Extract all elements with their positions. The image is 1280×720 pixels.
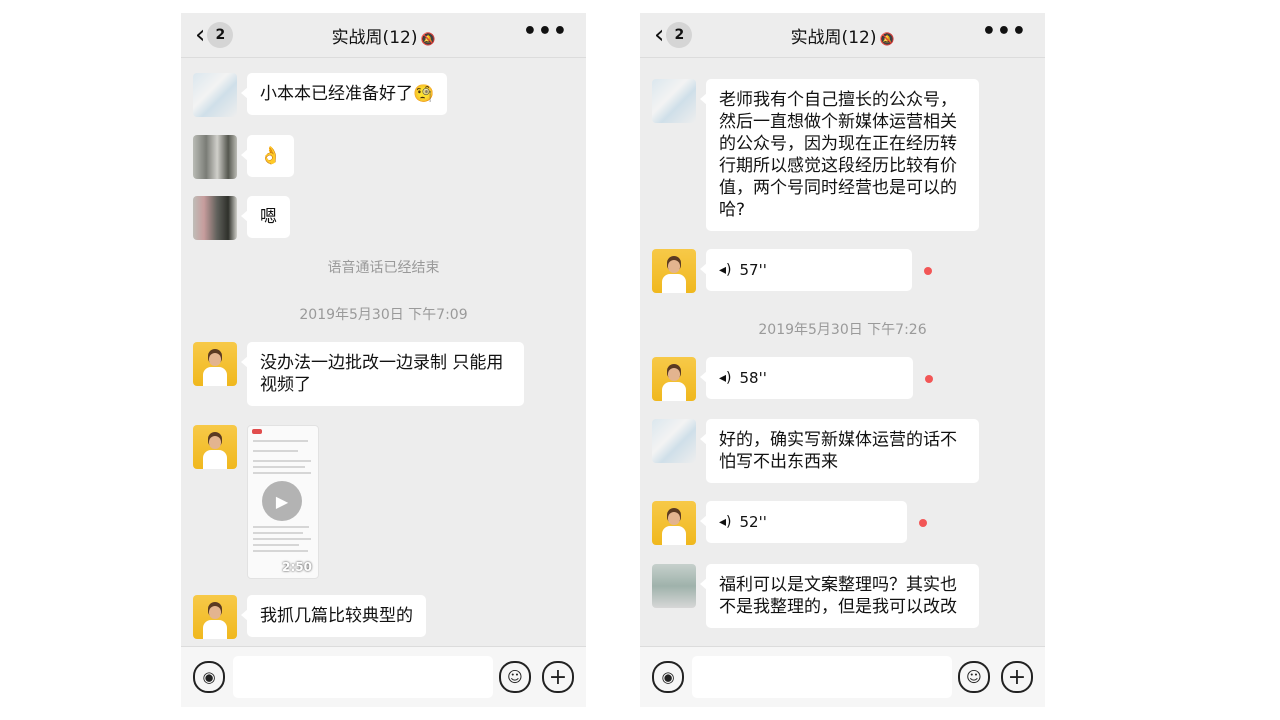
avatar[interactable] bbox=[652, 501, 696, 545]
more-dots-icon[interactable]: ••• bbox=[523, 19, 568, 44]
unread-dot bbox=[924, 267, 932, 275]
emoji-icon[interactable]: ☺ bbox=[499, 661, 531, 693]
message-list[interactable]: 小本本已经准备好了🧐 👌 嗯 语音通话已经结束 2019年5月30日 下午7:0… bbox=[181, 58, 586, 647]
message-bubble[interactable]: 嗯 bbox=[241, 196, 290, 238]
plus-icon[interactable]: + bbox=[1001, 661, 1033, 693]
message-row: 好的，确实写新媒体运营的话不怕写不出东西来 bbox=[652, 419, 979, 483]
voice-duration: 57'' bbox=[739, 261, 767, 279]
bell-off-icon: 🔕 bbox=[879, 32, 895, 46]
voice-message[interactable]: ◂) 58'' bbox=[700, 357, 913, 399]
message-row: 👌 bbox=[193, 135, 295, 179]
message-row: ◂) 58'' bbox=[652, 357, 933, 401]
message-bubble[interactable]: 福利可以是文案整理吗？其实也不是我整理的，但是我可以改改 bbox=[700, 564, 979, 628]
message-input[interactable] bbox=[692, 656, 952, 698]
message-bubble[interactable]: 我抓几篇比较典型的 bbox=[241, 595, 426, 637]
video-tag bbox=[252, 429, 262, 434]
message-bubble[interactable]: 小本本已经准备好了🧐 bbox=[240, 73, 448, 115]
video-duration: 2:50 bbox=[282, 560, 312, 574]
voice-message[interactable]: ◂) 52'' bbox=[700, 501, 907, 543]
video-message[interactable]: ▶ 2:50 bbox=[247, 425, 319, 579]
emoji-icon[interactable]: ☺ bbox=[958, 661, 990, 693]
chat-screen-right: ‹ 2 实战周(12) 🔕 ••• 老师我有个自己擅长的公众号，然后一直想做个新媒… bbox=[640, 13, 1045, 707]
voice-duration: 58'' bbox=[739, 369, 767, 387]
message-list[interactable]: 老师我有个自己擅长的公众号，然后一直想做个新媒体运营相关的公众号，因为现在正在经… bbox=[640, 58, 1045, 647]
chat-title-text: 实战周(12) bbox=[790, 28, 877, 48]
message-row: ◂) 57'' bbox=[652, 249, 932, 293]
more-dots-icon[interactable]: ••• bbox=[982, 19, 1027, 44]
voice-duration: 52'' bbox=[739, 513, 767, 531]
message-row: 没办法一边批改一边录制 只能用视频了 bbox=[193, 342, 524, 406]
chat-screen-left: ‹ 2 实战周(12) 🔕 ••• 小本本已经准备好了🧐 👌 嗯 语音通话已经结束… bbox=[181, 13, 586, 707]
avatar[interactable] bbox=[652, 564, 696, 608]
sound-wave-icon: ◂) bbox=[719, 370, 732, 386]
timestamp: 2019年5月30日 下午7:09 bbox=[299, 307, 468, 323]
bell-off-icon: 🔕 bbox=[420, 32, 436, 46]
unread-dot bbox=[919, 519, 927, 527]
timestamp: 2019年5月30日 下午7:26 bbox=[758, 322, 927, 338]
avatar[interactable] bbox=[193, 342, 237, 386]
avatar[interactable] bbox=[652, 357, 696, 401]
message-input[interactable] bbox=[233, 656, 493, 698]
message-bubble[interactable]: 没办法一边批改一边录制 只能用视频了 bbox=[241, 342, 524, 406]
avatar[interactable] bbox=[193, 135, 237, 179]
message-row: 小本本已经准备好了🧐 bbox=[193, 73, 448, 117]
input-bar: ◉ ☺ + bbox=[640, 646, 1045, 707]
sound-wave-icon: ◂) bbox=[719, 262, 732, 278]
input-bar: ◉ ☺ + bbox=[181, 646, 586, 707]
chat-header: ‹ 2 实战周(12) 🔕 ••• bbox=[181, 13, 586, 58]
avatar[interactable] bbox=[652, 249, 696, 293]
chat-header: ‹ 2 实战周(12) 🔕 ••• bbox=[640, 13, 1045, 58]
avatar[interactable] bbox=[193, 595, 237, 639]
sound-wave-icon: ◂) bbox=[719, 514, 732, 530]
voice-icon[interactable]: ◉ bbox=[193, 661, 225, 693]
avatar[interactable] bbox=[652, 419, 696, 463]
message-row: 我抓几篇比较典型的 bbox=[193, 595, 426, 639]
message-bubble[interactable]: 老师我有个自己擅长的公众号，然后一直想做个新媒体运营相关的公众号，因为现在正在经… bbox=[700, 79, 979, 231]
message-row: 老师我有个自己擅长的公众号，然后一直想做个新媒体运营相关的公众号，因为现在正在经… bbox=[652, 79, 979, 231]
avatar[interactable] bbox=[652, 79, 696, 123]
chat-title-text: 实战周(12) bbox=[331, 28, 418, 48]
message-row: ▶ 2:50 bbox=[193, 425, 319, 579]
play-icon[interactable]: ▶ bbox=[262, 481, 302, 521]
voice-icon[interactable]: ◉ bbox=[652, 661, 684, 693]
message-row: ◂) 52'' bbox=[652, 501, 927, 545]
plus-icon[interactable]: + bbox=[542, 661, 574, 693]
system-message: 语音通话已经结束 bbox=[327, 260, 440, 276]
avatar[interactable] bbox=[193, 73, 237, 117]
voice-message[interactable]: ◂) 57'' bbox=[700, 249, 912, 291]
message-bubble[interactable]: 好的，确实写新媒体运营的话不怕写不出东西来 bbox=[700, 419, 979, 483]
avatar[interactable] bbox=[193, 425, 237, 469]
message-row: 福利可以是文案整理吗？其实也不是我整理的，但是我可以改改 bbox=[652, 564, 979, 628]
unread-dot bbox=[925, 375, 933, 383]
message-bubble[interactable]: 👌 bbox=[240, 135, 295, 177]
avatar[interactable] bbox=[193, 196, 237, 240]
message-row: 嗯 bbox=[193, 196, 290, 240]
